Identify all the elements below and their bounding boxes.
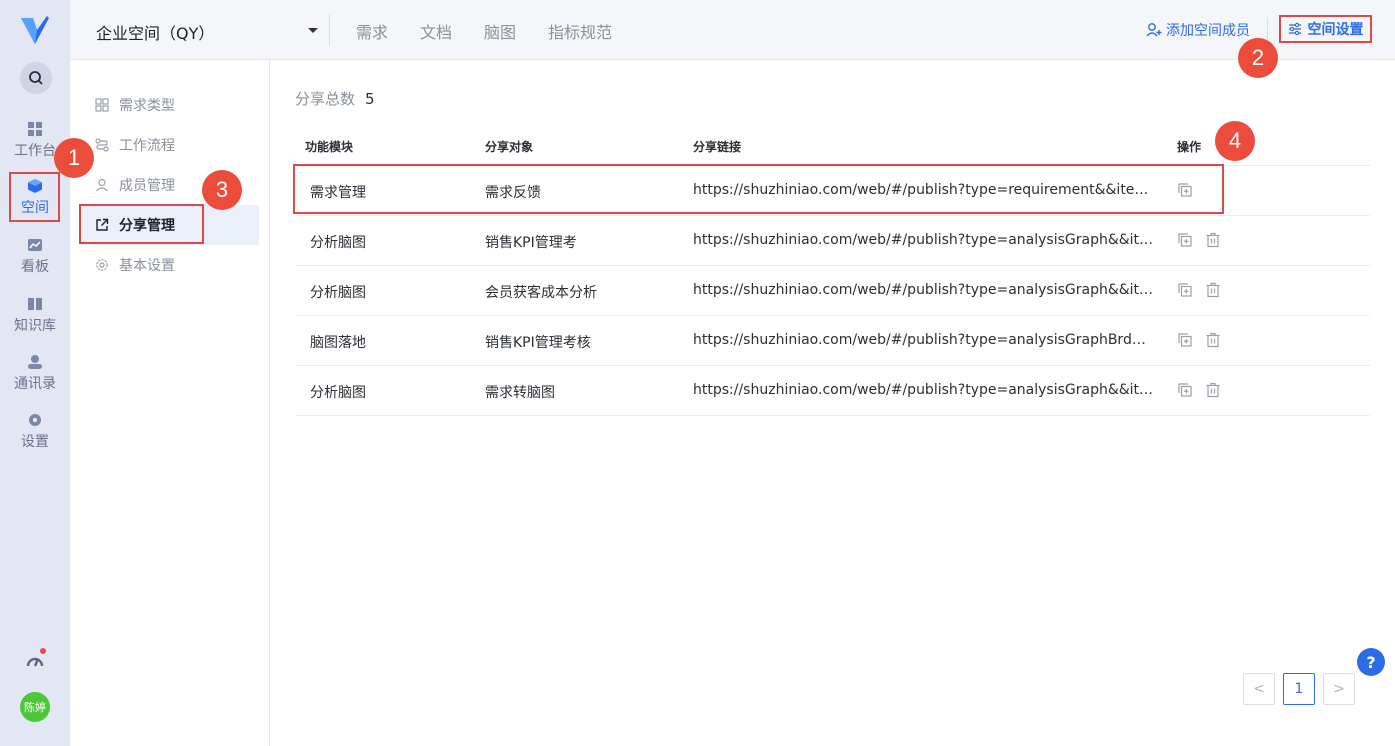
search-icon	[29, 71, 43, 85]
table-row: 分析脑图 需求转脑图 https://shuzhiniao.com/web/#/…	[295, 366, 1370, 416]
rail-item-settings[interactable]: 设置	[0, 412, 70, 462]
space-settings-button[interactable]: 空间设置	[1279, 15, 1372, 43]
notification-dot	[40, 648, 46, 654]
logo-icon[interactable]	[19, 14, 51, 46]
top-bar: 企业空间（QY） 需求 文档 脑图 指标规范 添加空间成员 空间设置	[70, 0, 1395, 60]
cell-target: 会员获客成本分析	[485, 285, 597, 301]
contacts-icon	[28, 355, 42, 369]
pagination-prev[interactable]: <	[1243, 673, 1275, 705]
copy-icon[interactable]	[1177, 282, 1193, 298]
trash-icon[interactable]	[1205, 332, 1221, 348]
tab-requirements[interactable]: 需求	[356, 19, 388, 43]
table-row: 脑图落地 销售KPI管理考核 https://shuzhiniao.com/we…	[295, 316, 1370, 366]
user-icon	[96, 178, 108, 192]
subnav-label: 成员管理	[119, 178, 175, 194]
column-header: 功能模块	[305, 140, 354, 154]
add-user-icon	[1146, 23, 1162, 37]
rail-label: 工作台	[14, 143, 56, 159]
subnav-item-workflow[interactable]: 工作流程	[80, 125, 259, 165]
rail-label: 知识库	[14, 318, 56, 334]
add-member-label: 添加空间成员	[1166, 23, 1250, 39]
search-button[interactable]	[20, 62, 52, 94]
share-total-label: 分享总数	[295, 90, 356, 108]
copy-icon[interactable]	[1177, 232, 1193, 248]
rail-label: 看板	[21, 259, 49, 275]
cell-target: 需求转脑图	[485, 385, 555, 401]
gear-icon	[29, 414, 41, 426]
trash-icon[interactable]	[1205, 382, 1221, 398]
pagination-page[interactable]: 1	[1283, 673, 1315, 705]
annotation-box	[79, 204, 204, 244]
grid-icon	[95, 98, 109, 112]
settings-subnav: 需求类型 工作流程 成员管理 分享管理 基本设置	[70, 60, 270, 746]
step-badge: 1	[54, 138, 94, 178]
cell-link[interactable]: https://shuzhiniao.com/web/#/publish?typ…	[693, 332, 1155, 348]
subnav-label: 工作流程	[119, 138, 175, 154]
space-settings-label: 空间设置	[1307, 22, 1364, 38]
rail-item-board[interactable]: 看板	[0, 237, 70, 287]
column-header: 分享链接	[693, 140, 742, 154]
table-header: 功能模块 分享对象 分享链接 操作	[295, 124, 1370, 166]
subnav-label: 需求类型	[119, 98, 175, 114]
trash-icon[interactable]	[1205, 232, 1221, 248]
rail-label: 设置	[21, 434, 49, 450]
annotation-box	[9, 172, 60, 222]
tab-metrics[interactable]: 指标规范	[548, 19, 612, 43]
tab-documents[interactable]: 文档	[420, 19, 452, 43]
chart-icon	[28, 239, 42, 251]
cell-module: 分析脑图	[310, 235, 366, 251]
table-row: 分析脑图 销售KPI管理考 https://shuzhiniao.com/web…	[295, 216, 1370, 266]
copy-icon[interactable]	[1177, 382, 1193, 398]
divider	[329, 14, 330, 46]
rail-item-knowledge[interactable]: 知识库	[0, 296, 70, 346]
trash-icon[interactable]	[1205, 282, 1221, 298]
divider	[1267, 18, 1268, 40]
cell-module: 脑图落地	[310, 335, 366, 351]
step-badge: 4	[1215, 121, 1255, 161]
copy-icon[interactable]	[1177, 332, 1193, 348]
sliders-icon	[1288, 22, 1301, 36]
table-row: 分析脑图 会员获客成本分析 https://shuzhiniao.com/web…	[295, 266, 1370, 316]
add-member-button[interactable]: 添加空间成员	[1146, 20, 1250, 40]
cell-target: 销售KPI管理考	[485, 235, 577, 251]
share-management-panel: 分享总数 5 功能模块 分享对象 分享链接 操作 需求管理 需求反馈 https:…	[270, 60, 1395, 746]
pagination-next[interactable]: >	[1323, 673, 1355, 705]
flow-icon	[95, 138, 109, 152]
subnav-item-requirement-types[interactable]: 需求类型	[80, 85, 259, 125]
cell-target: 销售KPI管理考核	[485, 335, 591, 351]
tab-mindmap[interactable]: 脑图	[484, 19, 516, 43]
rail-label: 通讯录	[14, 376, 56, 392]
caret-down-icon[interactable]	[308, 28, 318, 33]
column-header: 分享对象	[485, 140, 534, 154]
cell-module: 分析脑图	[310, 385, 366, 401]
share-total-value: 5	[365, 90, 375, 108]
cell-link[interactable]: https://shuzhiniao.com/web/#/publish?typ…	[693, 382, 1155, 398]
step-badge: 3	[202, 170, 242, 210]
help-button[interactable]: ?	[1357, 648, 1385, 676]
dashboard-icon	[28, 122, 42, 136]
annotation-box	[293, 164, 1224, 214]
avatar[interactable]: 陈婷	[20, 692, 50, 722]
share-total: 分享总数 5	[295, 88, 375, 109]
book-icon	[28, 298, 42, 310]
subnav-label: 基本设置	[119, 258, 175, 274]
cell-link[interactable]: https://shuzhiniao.com/web/#/publish?typ…	[693, 232, 1155, 248]
cell-link[interactable]: https://shuzhiniao.com/web/#/publish?typ…	[693, 282, 1155, 298]
gear-icon	[96, 259, 108, 271]
column-header: 操作	[1177, 140, 1202, 154]
subnav-item-basic-settings[interactable]: 基本设置	[80, 245, 259, 285]
step-badge: 2	[1238, 38, 1278, 78]
cell-module: 分析脑图	[310, 285, 366, 301]
space-name[interactable]: 企业空间（QY）	[96, 20, 214, 44]
left-rail: 工作台 空间 看板 知识库 通讯录 设置 陈婷	[0, 0, 70, 746]
rail-item-contacts[interactable]: 通讯录	[0, 354, 70, 404]
